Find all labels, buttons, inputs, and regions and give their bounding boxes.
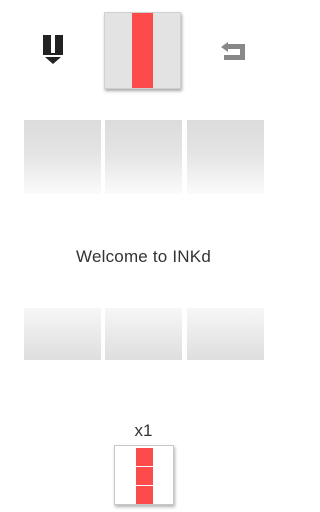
next-piece-count: x1 [134, 421, 153, 440]
board-tile[interactable] [187, 120, 264, 194]
piece-red-bar [132, 13, 153, 88]
board-tile[interactable] [105, 120, 182, 194]
board-tile[interactable] [24, 120, 101, 194]
board-tile[interactable] [187, 308, 264, 360]
undo-icon [221, 42, 245, 60]
welcome-message: Welcome to INKd [76, 247, 211, 266]
piece-segment [136, 448, 153, 466]
current-piece-preview[interactable] [104, 12, 181, 89]
piece-segment [136, 467, 153, 485]
board-tile[interactable] [24, 308, 101, 360]
board-tile[interactable] [105, 308, 182, 360]
pause-icon [43, 35, 63, 64]
piece-segment [136, 486, 153, 504]
pause-button[interactable] [33, 29, 73, 69]
next-piece[interactable] [114, 445, 174, 505]
undo-button[interactable] [213, 31, 253, 71]
